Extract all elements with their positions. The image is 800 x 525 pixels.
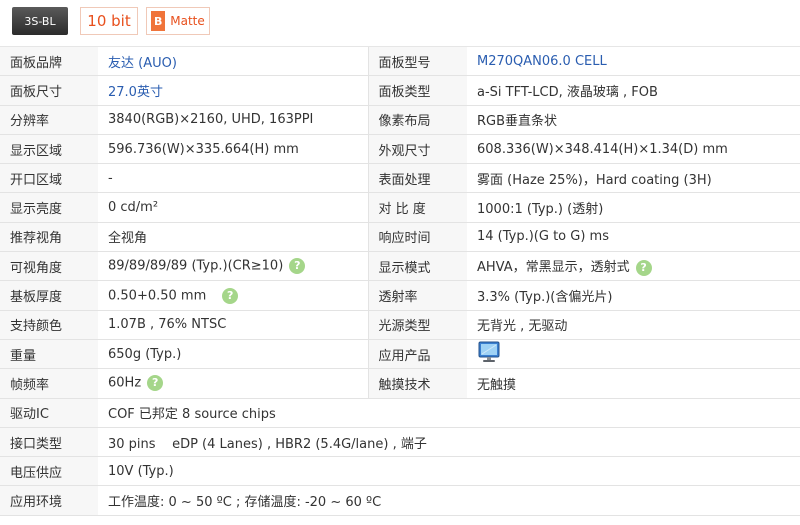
spec-value: 14 (Typ.)(G to G) ms <box>467 222 800 253</box>
table-row: 面板品牌 友达 (AUO) 面板型号 M270QAN06.0 CELL <box>0 47 800 77</box>
spec-label: 显示亮度 <box>0 192 98 223</box>
table-row: 基板厚度 0.50+0.50 mm? 透射率 3.3% (Typ.)(含偏光片) <box>0 280 800 311</box>
question-circle-icon[interactable]: ? <box>222 287 239 304</box>
spec-label: 响应时间 <box>367 222 467 253</box>
spec-label: 帧频率 <box>0 368 98 399</box>
model-link[interactable]: M270QAN06.0 CELL <box>477 54 607 69</box>
spec-value: 3.3% (Typ.)(含偏光片) <box>467 280 800 311</box>
backlight-badge-label: 3S-BL <box>24 14 56 28</box>
table-row: 面板尺寸 27.0英寸 面板类型 a-Si TFT-LCD, 液晶玻璃 , FO… <box>0 75 800 106</box>
spec-label: 透射率 <box>367 280 467 311</box>
table-row: 显示区域 596.736(W)×335.664(H) mm 外观尺寸 608.3… <box>0 134 800 165</box>
table-row: 推荐视角 全视角 响应时间 14 (Typ.)(G to G) ms <box>0 222 800 253</box>
surface-badge: B Matte <box>146 7 210 35</box>
table-row: 重量 650g (Typ.) 应用产品 <box>0 339 800 370</box>
spec-value: 工作温度: 0 ~ 50 ºC ; 存储温度: -20 ~ 60 ºC <box>98 485 800 516</box>
viewing-angle-value: 89/89/89/89 (Typ.)(CR≥10) <box>108 258 284 274</box>
brand-link[interactable]: 友达 (AUO) <box>108 56 177 71</box>
spec-label: 重量 <box>0 339 98 370</box>
bit-depth-badge: 10 bit <box>80 7 138 35</box>
spec-label: 光源类型 <box>367 310 467 340</box>
question-circle-icon[interactable]: ? <box>635 259 652 276</box>
spec-value: a-Si TFT-LCD, 液晶玻璃 , FOB <box>467 75 800 106</box>
thickness-value: 0.50+0.50 mm <box>108 288 207 304</box>
bit-depth-badge-label: 10 bit <box>87 12 131 30</box>
spec-label: 可视角度 <box>0 251 98 282</box>
table-row: 帧频率 60Hz? 触摸技术 无触摸 <box>0 368 800 399</box>
spec-label: 显示区域 <box>0 134 98 165</box>
spec-label: 对 比 度 <box>367 192 467 223</box>
monitor-icon[interactable] <box>477 340 501 368</box>
spec-value: - <box>98 163 368 194</box>
spec-value: RGB垂直条状 <box>467 105 800 135</box>
question-circle-icon[interactable]: ? <box>147 375 164 392</box>
spec-value: 友达 (AUO) <box>98 47 368 77</box>
table-row: 支持颜色 1.07B , 76% NTSC 光源类型 无背光 , 无驱动 <box>0 310 800 340</box>
spec-label: 基板厚度 <box>0 280 98 311</box>
question-circle-icon[interactable]: ? <box>289 258 306 275</box>
spec-value <box>467 339 800 370</box>
table-row: 驱动IC COF 已邦定 8 source chips <box>0 398 800 428</box>
spec-label: 面板型号 <box>367 47 467 77</box>
table-row: 分辨率 3840(RGB)×2160, UHD, 163PPI 像素布局 RGB… <box>0 105 800 135</box>
spec-value: 650g (Typ.) <box>98 339 368 370</box>
spec-label: 触摸技术 <box>367 368 467 399</box>
spec-label: 分辨率 <box>0 105 98 135</box>
surface-badge-label: Matte <box>170 14 205 28</box>
spec-value: 0 cd/m² <box>98 192 368 223</box>
size-link[interactable]: 27.0英寸 <box>108 85 163 100</box>
spec-table: 面板品牌 友达 (AUO) 面板型号 M270QAN06.0 CELL 面板尺寸… <box>0 47 800 516</box>
surface-badge-icon: B <box>151 11 166 31</box>
spec-label: 外观尺寸 <box>367 134 467 165</box>
spec-value: 全视角 <box>98 222 368 253</box>
spec-label: 表面处理 <box>367 163 467 194</box>
table-row: 显示亮度 0 cd/m² 对 比 度 1000:1 (Typ.) (透射) <box>0 192 800 223</box>
spec-value: 60Hz? <box>98 368 368 399</box>
spec-label: 应用产品 <box>367 339 467 370</box>
table-row: 可视角度 89/89/89/89 (Typ.)(CR≥10)? 显示模式 AHV… <box>0 251 800 282</box>
table-row: 电压供应 10V (Typ.) <box>0 456 800 487</box>
spec-value: 30 pins eDP (4 Lanes) , HBR2 (5.4G/lane)… <box>98 427 800 458</box>
frame-rate-value: 60Hz <box>108 375 142 391</box>
table-row: 接口类型 30 pins eDP (4 Lanes) , HBR2 (5.4G/… <box>0 427 800 458</box>
spec-value: 608.336(W)×348.414(H)×1.34(D) mm <box>467 134 800 165</box>
spec-value: 596.736(W)×335.664(H) mm <box>98 134 368 165</box>
spec-label: 支持颜色 <box>0 310 98 340</box>
spec-value: 无触摸 <box>467 368 800 399</box>
spec-value: 1.07B , 76% NTSC <box>98 310 368 340</box>
spec-value: 1000:1 (Typ.) (透射) <box>467 192 800 223</box>
spec-label: 驱动IC <box>0 398 98 428</box>
spec-label: 推荐视角 <box>0 222 98 253</box>
spec-label: 像素布局 <box>367 105 467 135</box>
spec-label: 显示模式 <box>367 251 467 282</box>
spec-value: COF 已邦定 8 source chips <box>98 398 800 428</box>
spec-label: 面板尺寸 <box>0 75 98 106</box>
display-mode-value: AHVA，常黑显示，透射式 <box>477 260 630 276</box>
spec-value: AHVA，常黑显示，透射式? <box>467 251 800 282</box>
spec-value: 雾面 (Haze 25%)，Hard coating (3H) <box>467 163 800 194</box>
spec-label: 面板类型 <box>367 75 467 106</box>
spec-value: 3840(RGB)×2160, UHD, 163PPI <box>98 105 368 135</box>
spec-value: 0.50+0.50 mm? <box>98 280 368 311</box>
spec-label: 接口类型 <box>0 427 98 458</box>
badge-bar: 3S-BL 10 bit B Matte <box>0 0 800 47</box>
table-row: 应用环境 工作温度: 0 ~ 50 ºC ; 存储温度: -20 ~ 60 ºC <box>0 485 800 516</box>
spec-label: 面板品牌 <box>0 47 98 77</box>
table-row: 开口区域 - 表面处理 雾面 (Haze 25%)，Hard coating (… <box>0 163 800 194</box>
spec-value: M270QAN06.0 CELL <box>467 47 800 77</box>
spec-value: 27.0英寸 <box>98 75 368 106</box>
spec-value: 无背光 , 无驱动 <box>467 310 800 340</box>
spec-value: 10V (Typ.) <box>98 456 800 487</box>
spec-label: 开口区域 <box>0 163 98 194</box>
spec-label: 电压供应 <box>0 456 98 487</box>
backlight-badge: 3S-BL <box>12 7 68 35</box>
spec-label: 应用环境 <box>0 485 98 516</box>
spec-value: 89/89/89/89 (Typ.)(CR≥10)? <box>98 251 368 282</box>
